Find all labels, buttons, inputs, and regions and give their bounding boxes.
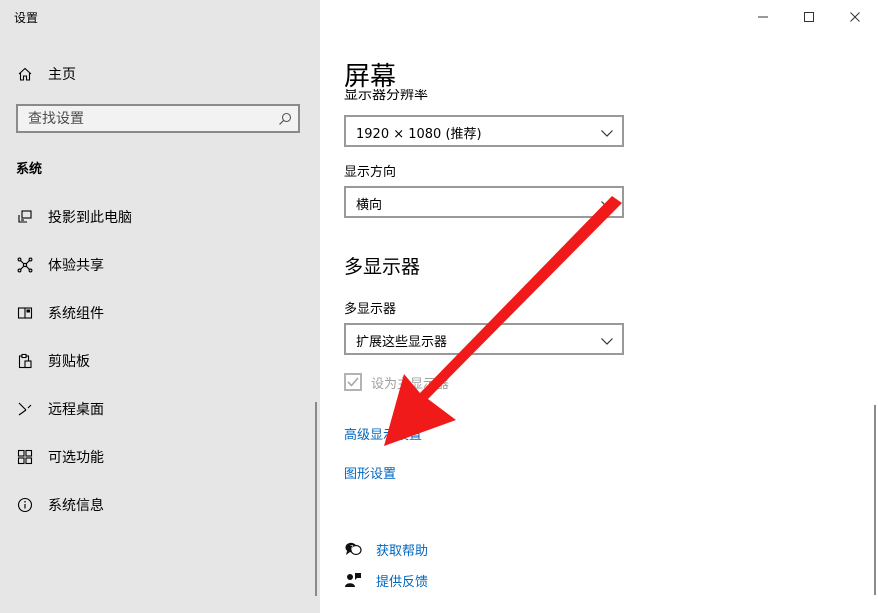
sidebar-item-label: 体验共享	[48, 258, 104, 274]
multi-display-label: 多显示器	[344, 302, 397, 317]
resolution-label: 显示器分辨率	[344, 89, 428, 103]
window-controls	[740, 0, 878, 34]
advanced-display-settings-link[interactable]: 高级显示设置	[344, 424, 422, 443]
resolution-dropdown[interactable]: 1920 × 1080 (推荐)	[344, 115, 624, 147]
resolution-value: 1920 × 1080 (推荐)	[356, 127, 482, 142]
get-help-link: 获取帮助	[376, 543, 429, 559]
settings-window: 设置 主页 系统 投影到此电脑 体验共享	[0, 0, 878, 613]
clipboard-icon	[17, 353, 33, 369]
multi-display-dropdown[interactable]: 扩展这些显示器	[344, 323, 624, 355]
content-scrollbar[interactable]	[874, 405, 876, 595]
sidebar-item-label: 可选功能	[48, 450, 104, 466]
sidebar-item-project[interactable]: 投影到此电脑	[0, 197, 320, 237]
home-icon	[17, 66, 33, 82]
sidebar: 设置 主页 系统 投影到此电脑 体验共享	[0, 0, 320, 613]
chevron-down-icon	[600, 125, 614, 139]
sidebar-item-label: 剪贴板	[48, 354, 90, 370]
checkmark-icon	[347, 377, 359, 387]
get-help-row[interactable]: ? 获取帮助	[344, 539, 428, 559]
project-icon	[17, 209, 33, 225]
search-box	[16, 104, 300, 133]
feedback-row[interactable]: 提供反馈	[344, 570, 428, 590]
remote-desktop-icon	[17, 401, 33, 417]
components-icon	[17, 305, 33, 321]
sidebar-scrollbar[interactable]	[315, 402, 317, 596]
main-content: 屏幕 显示器分辨率 1920 × 1080 (推荐) 显示方向 横向 多显示器 …	[320, 0, 878, 613]
search-icon[interactable]	[278, 111, 292, 125]
page-title: 屏幕	[344, 62, 397, 92]
sidebar-item-optional-features[interactable]: 可选功能	[0, 437, 320, 477]
svg-text:?: ?	[350, 544, 354, 552]
sidebar-section-title: 系统	[16, 162, 43, 177]
graphics-settings-link[interactable]: 图形设置	[344, 463, 396, 482]
sidebar-item-clipboard[interactable]: 剪贴板	[0, 341, 320, 381]
share-icon	[17, 257, 33, 273]
multi-display-heading: 多显示器	[344, 256, 421, 278]
sidebar-item-label: 系统信息	[48, 498, 104, 514]
feedback-link: 提供反馈	[376, 574, 429, 590]
sidebar-item-label: 主页	[48, 67, 76, 83]
close-icon	[850, 12, 860, 22]
resolution-label-clip: 显示器分辨率	[344, 89, 544, 103]
maximize-button[interactable]	[786, 0, 832, 34]
orientation-label: 显示方向	[344, 165, 397, 180]
orientation-dropdown[interactable]: 横向	[344, 186, 624, 218]
sidebar-item-components[interactable]: 系统组件	[0, 293, 320, 333]
close-button[interactable]	[832, 0, 878, 34]
sidebar-item-label: 系统组件	[48, 306, 104, 322]
minimize-button[interactable]	[740, 0, 786, 34]
minimize-icon	[758, 16, 768, 18]
sidebar-item-about[interactable]: 系统信息	[0, 485, 320, 525]
chevron-down-icon	[600, 333, 614, 347]
help-chat-icon: ?	[344, 540, 362, 558]
sidebar-item-remote-desktop[interactable]: 远程桌面	[0, 389, 320, 429]
make-main-display-label: 设为主显示器	[371, 376, 450, 392]
maximize-icon	[804, 12, 814, 22]
optional-features-icon	[17, 449, 33, 465]
make-main-display-row: 设为主显示器	[344, 372, 449, 392]
sidebar-item-label: 远程桌面	[48, 402, 104, 418]
sidebar-item-label: 投影到此电脑	[48, 210, 132, 226]
make-main-display-checkbox[interactable]	[344, 373, 362, 391]
orientation-value: 横向	[356, 198, 383, 213]
feedback-icon	[344, 571, 362, 589]
info-icon	[17, 497, 33, 513]
search-input[interactable]	[18, 106, 278, 131]
sidebar-item-home[interactable]: 主页	[0, 58, 320, 90]
sidebar-item-share[interactable]: 体验共享	[0, 245, 320, 285]
app-title: 设置	[14, 11, 39, 25]
chevron-down-icon	[600, 196, 614, 210]
multi-display-value: 扩展这些显示器	[356, 335, 448, 350]
